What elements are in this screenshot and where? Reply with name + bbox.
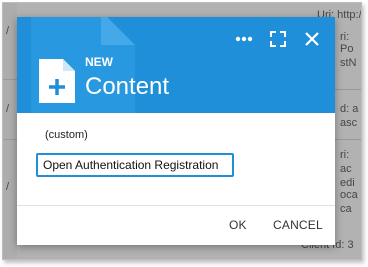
field-label: (custom) [45,129,88,141]
dialog-body: (custom) [17,113,335,205]
dialog-title: Content [85,73,170,100]
ok-button[interactable]: OK [229,218,247,232]
new-content-dialog: NEW Content (custom) OK CANCEL [17,17,335,245]
cancel-button[interactable]: CANCEL [273,218,323,232]
dialog-footer: OK CANCEL [17,206,335,245]
dialog-header: NEW Content [17,17,335,113]
more-options-icon[interactable] [227,25,261,53]
content-name-input[interactable] [36,153,234,177]
dialog-kicker: NEW [85,55,113,69]
maximize-icon[interactable] [261,25,295,53]
header-toolbar [227,25,329,53]
close-icon[interactable] [295,25,329,53]
new-document-icon [39,59,75,103]
screenshot-frame: / / / Uri: http:/ ri: Po stN d: a asc ri… [2,2,362,260]
